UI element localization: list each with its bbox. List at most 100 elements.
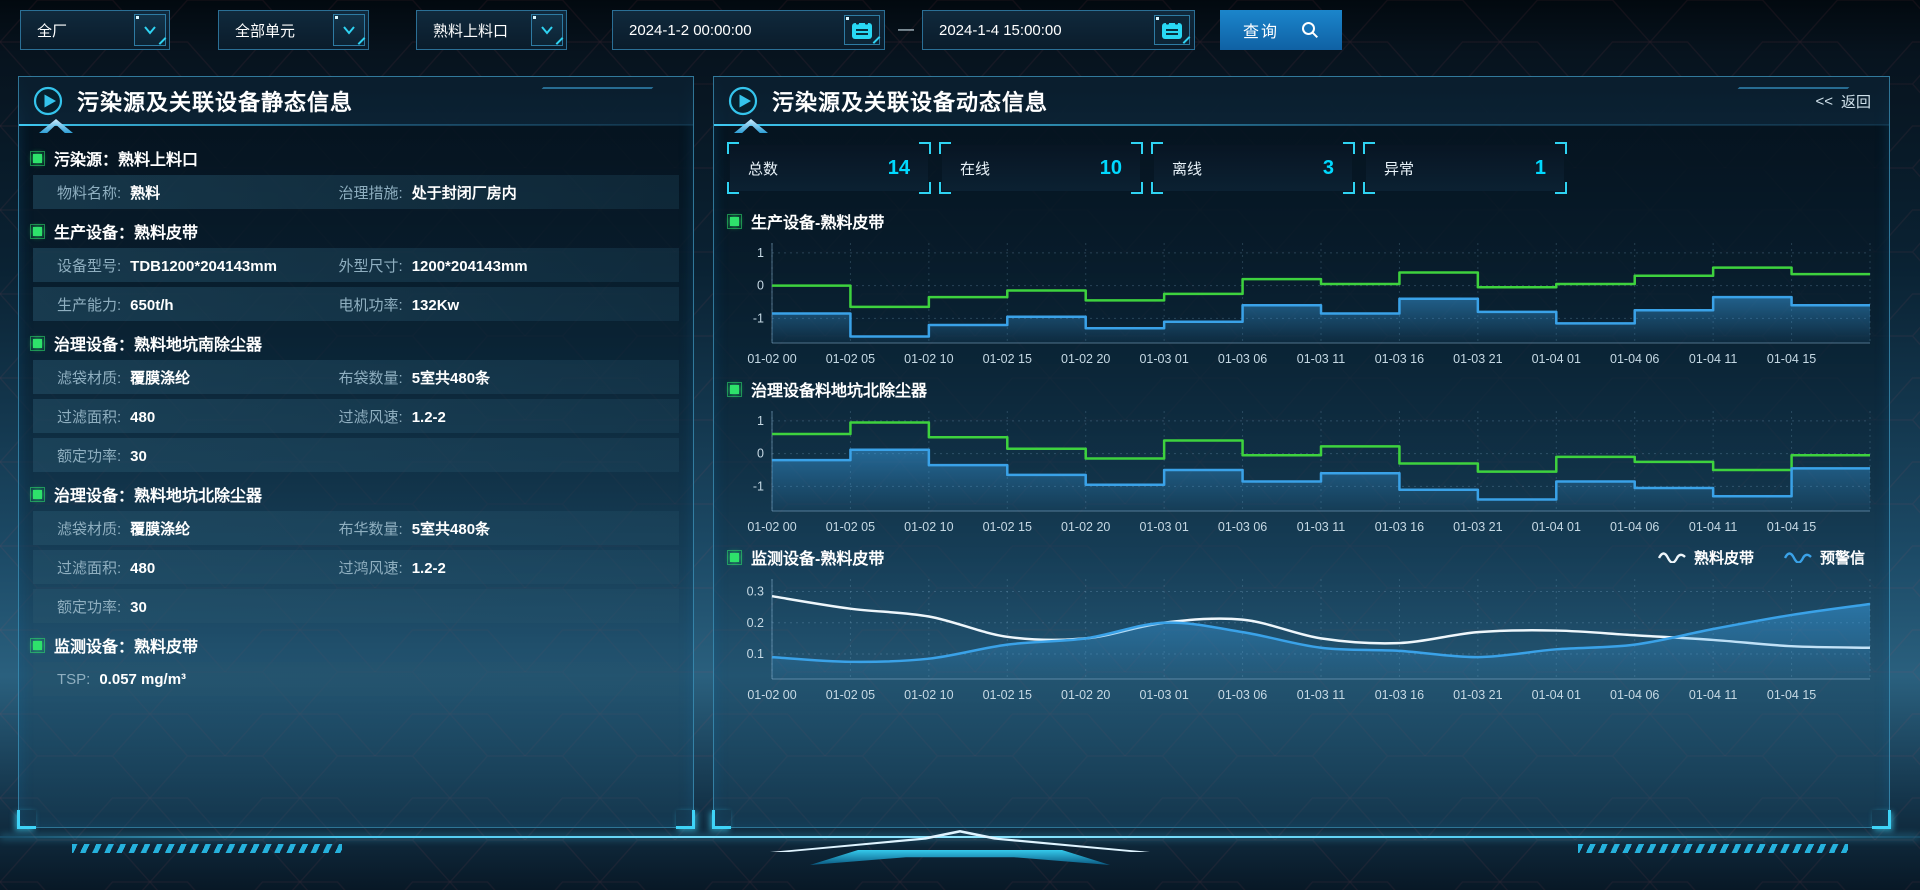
bracket-corner: [1343, 182, 1355, 194]
bracket-corner: [1131, 142, 1143, 154]
calendar-icon[interactable]: [844, 15, 880, 45]
chevron-down-icon[interactable]: [134, 14, 166, 46]
svg-text:01-02 05: 01-02 05: [826, 352, 875, 366]
info-cell: 布袋数量:5室共480条: [339, 367, 669, 388]
dynamic-info-panel: 污染源及关联设备动态信息 << 返回 总数14在线10离线3异常1 生产设备-熟…: [713, 76, 1890, 828]
wave-line-icon: [1658, 551, 1686, 563]
svg-text:01-04 15: 01-04 15: [1767, 688, 1816, 702]
info-row: 滤袋材质:覆膜涤纶布袋数量:5室共480条: [33, 360, 679, 394]
field-value: 覆膜涤纶: [130, 518, 190, 539]
chart-title-row: 生产设备-熟料皮带: [730, 207, 1873, 235]
svg-text:01-04 06: 01-04 06: [1610, 352, 1659, 366]
svg-text:0: 0: [757, 279, 764, 293]
green-square-icon: [33, 641, 42, 650]
corner-accent: [712, 810, 731, 829]
svg-text:01-02 10: 01-02 10: [904, 520, 953, 534]
stat-label: 总数: [748, 158, 778, 179]
info-cell: 过滤面积: 480: [57, 557, 339, 578]
filter-toolbar: 全厂 全部单元 熟料上料口 2024-1-2 00:00:00 —: [0, 0, 1920, 58]
svg-text:01-03 01: 01-03 01: [1139, 520, 1188, 534]
section-header: 监测设备：熟料皮带: [33, 628, 679, 662]
stat-label: 离线: [1172, 158, 1202, 179]
start-datetime-input[interactable]: 2024-1-2 00:00:00: [612, 10, 885, 50]
legend-item[interactable]: 熟料皮带: [1658, 547, 1754, 568]
field-value: 熟料: [130, 182, 160, 203]
svg-text:1: 1: [757, 414, 764, 428]
field-value: 480: [130, 560, 155, 577]
chevron-down-icon[interactable]: [531, 14, 563, 46]
corner-accent: [17, 810, 36, 829]
section-header: 污染源：熟料上料口: [33, 141, 679, 175]
field-label: 过滤面积:: [57, 557, 121, 578]
chart-canvas: 10-101-02 0001-02 0501-02 1001-02 1501-0…: [730, 403, 1876, 537]
info-cell: 过滤风速:1.2-2: [339, 406, 669, 427]
bracket-corner: [939, 182, 951, 194]
plant-select[interactable]: 全厂: [20, 10, 170, 50]
calendar-icon[interactable]: [1154, 15, 1190, 45]
back-button-label: 返回: [1841, 91, 1871, 112]
play-icon: [33, 86, 63, 116]
footer-hatch-left: [72, 844, 342, 853]
back-button[interactable]: << 返回: [1815, 77, 1871, 125]
field-value: 480: [130, 409, 155, 426]
end-datetime-input[interactable]: 2024-1-4 15:00:00: [922, 10, 1195, 50]
svg-text:01-03 16: 01-03 16: [1375, 520, 1424, 534]
svg-text:01-04 01: 01-04 01: [1532, 352, 1581, 366]
svg-text:01-03 06: 01-03 06: [1218, 688, 1267, 702]
footer-emblem: [750, 828, 1170, 868]
svg-text:01-04 11: 01-04 11: [1689, 352, 1737, 366]
unit-select[interactable]: 全部单元: [218, 10, 369, 50]
bracket-corner: [1151, 182, 1163, 194]
bracket-corner: [1343, 142, 1355, 154]
svg-text:01-02 00: 01-02 00: [747, 352, 796, 366]
info-cell: 设备型号:TDB1200*204143mm: [57, 255, 339, 276]
svg-text:01-04 06: 01-04 06: [1610, 688, 1659, 702]
chart-title-row: 治理设备料地坑北除尘器: [730, 375, 1873, 403]
bracket-corner: [1555, 142, 1567, 154]
chart-canvas: 10-101-02 0001-02 0501-02 1001-02 1501-0…: [730, 235, 1876, 369]
footer-under-shape: [810, 850, 1110, 865]
svg-text:01-02 10: 01-02 10: [904, 688, 953, 702]
wave-line-icon: [1784, 551, 1812, 563]
info-row: 物料名称:熟料治理措施:处于封闭厂房内: [33, 175, 679, 209]
info-cell: 外型尺寸:1200*204143mm: [339, 255, 669, 276]
svg-text:0.2: 0.2: [747, 616, 764, 630]
legend-item[interactable]: 预警信: [1784, 547, 1865, 568]
static-info-list: 污染源：熟料上料口物料名称:熟料治理措施:处于封闭厂房内生产设备：熟料皮带设备型…: [19, 125, 693, 696]
chevron-down-icon[interactable]: [333, 14, 365, 46]
svg-text:01-03 16: 01-03 16: [1375, 688, 1424, 702]
section-title: 生产设备：熟料皮带: [54, 219, 198, 243]
corner-accent: [1872, 810, 1891, 829]
query-button[interactable]: 查询: [1220, 10, 1342, 50]
field-label: 过鸿风速:: [339, 557, 403, 578]
svg-text:01-02 20: 01-02 20: [1061, 688, 1110, 702]
svg-text:-1: -1: [753, 311, 764, 325]
field-value: 5室共480条: [412, 367, 490, 388]
field-label: 滤袋材质:: [57, 367, 121, 388]
bracket-corner: [1363, 182, 1375, 194]
field-label: 物料名称:: [57, 182, 121, 203]
stat-value: 1: [1535, 157, 1546, 180]
double-chevron-left-icon: <<: [1815, 93, 1833, 110]
info-row: 过滤面积:480过滤风速:1.2-2: [33, 399, 679, 433]
field-value: 1.2-2: [412, 409, 446, 426]
dynamic-panel-body: 总数14在线10离线3异常1 生产设备-熟料皮带10-101-02 0001-0…: [714, 125, 1889, 705]
field-label: 外型尺寸:: [339, 255, 403, 276]
field-value: 1.2-2: [412, 560, 446, 577]
info-row: 生产能力:650t/h电机功率:132Kw: [33, 287, 679, 321]
svg-text:01-02 05: 01-02 05: [826, 520, 875, 534]
info-cell: 过滤面积:480: [57, 406, 339, 427]
chart-legend: 熟料皮带 预警信: [1658, 547, 1873, 568]
green-square-icon: [33, 154, 42, 163]
dynamic-panel-title: 污染源及关联设备动态信息: [772, 85, 1048, 117]
info-cell: 物料名称: 熟料: [57, 182, 339, 203]
svg-text:01-02 00: 01-02 00: [747, 688, 796, 702]
bracket-corner: [1151, 142, 1163, 154]
source-select[interactable]: 熟料上料口: [416, 10, 567, 50]
info-cell: 额定功率:30: [57, 596, 339, 617]
info-cell: 滤袋材质:覆膜涤纶: [57, 518, 339, 539]
dynamic-panel-header: 污染源及关联设备动态信息 << 返回: [714, 77, 1889, 125]
bracket-corner: [1131, 182, 1143, 194]
green-square-icon: [33, 339, 42, 348]
svg-text:01-02 05: 01-02 05: [826, 688, 875, 702]
